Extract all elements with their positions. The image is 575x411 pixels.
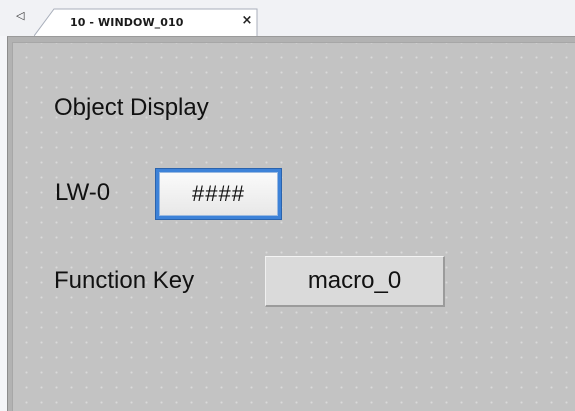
- function-key-label[interactable]: Function Key: [54, 267, 194, 295]
- object-display-title[interactable]: Object Display: [54, 94, 209, 122]
- tab-bar: ◁ 10 - WINDOW_010 ×: [0, 0, 575, 36]
- design-canvas[interactable]: Object Display LW-0 #### Function Key ma…: [12, 42, 575, 411]
- design-canvas-frame: Object Display LW-0 #### Function Key ma…: [7, 36, 575, 411]
- numeric-display-object[interactable]: ####: [155, 168, 282, 220]
- tab-window-010[interactable]: 10 - WINDOW_010 ×: [34, 8, 258, 36]
- numeric-display-value: ####: [159, 172, 278, 216]
- lw-address-label[interactable]: LW-0: [55, 179, 110, 207]
- close-icon[interactable]: ×: [240, 13, 254, 29]
- editor-window: ◁ 10 - WINDOW_010 × Object Display LW-0 …: [0, 0, 575, 411]
- tab-label: 10 - WINDOW_010: [70, 16, 184, 29]
- tab-scroll-left-icon[interactable]: ◁: [16, 9, 28, 23]
- macro-function-key-button[interactable]: macro_0: [265, 256, 445, 307]
